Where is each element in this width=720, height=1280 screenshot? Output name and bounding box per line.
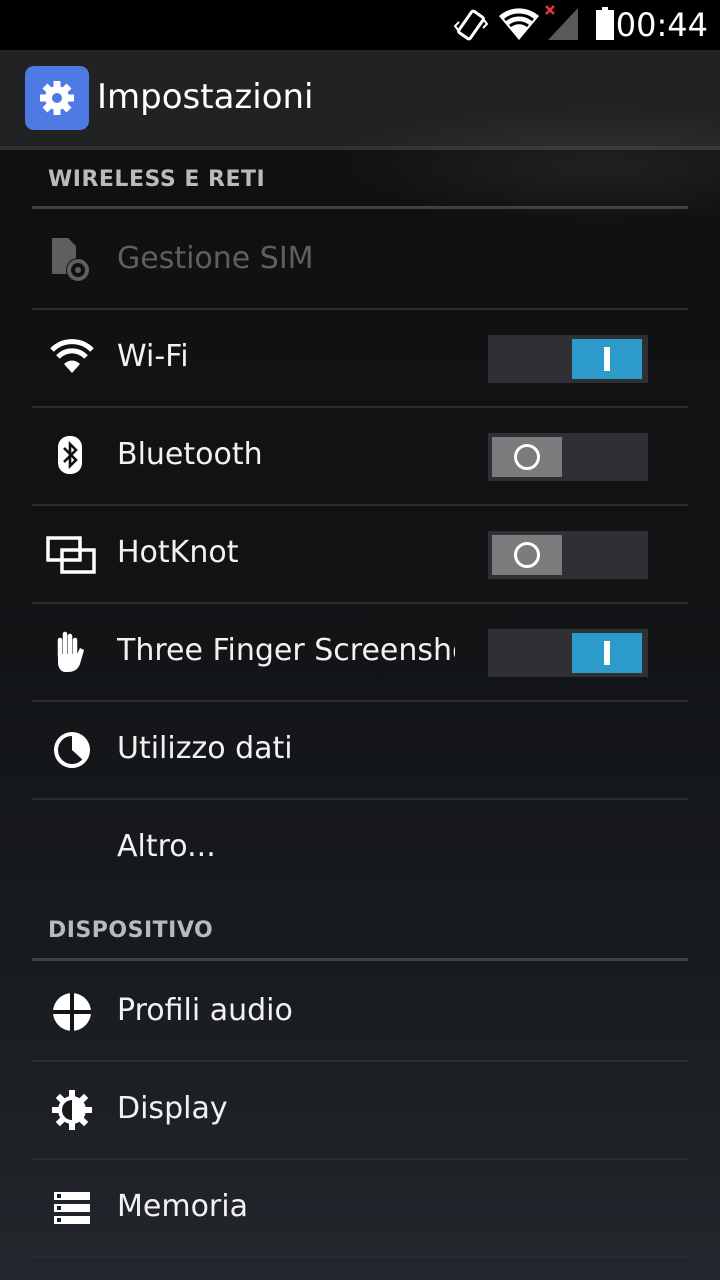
settings-item-wifi[interactable]: Wi-Fi [0, 310, 720, 406]
section-header-wireless: WIRELESS E RETI [48, 167, 266, 192]
bluetooth-icon [58, 436, 82, 474]
sim-management-icon [52, 238, 90, 282]
battery-icon [596, 7, 614, 40]
settings-item-more[interactable]: Altro... [0, 800, 720, 896]
section-rule [32, 958, 688, 961]
audio-profiles-icon [53, 993, 91, 1031]
settings-gear-icon[interactable] [25, 66, 89, 130]
settings-item-label: Altro... [117, 829, 216, 864]
settings-item-label: Utilizzo dati [117, 731, 293, 766]
hotknot-icon [46, 536, 96, 574]
settings-item-sim-management: Gestione SIM [0, 212, 720, 308]
storage-icon [54, 1192, 90, 1224]
bluetooth-toggle[interactable] [488, 433, 648, 481]
settings-item-label: Memoria [117, 1189, 248, 1224]
section-header-device: DISPOSITIVO [48, 918, 214, 943]
settings-item-label: Profili audio [117, 993, 293, 1028]
settings-item-storage[interactable]: Memoria [0, 1160, 720, 1256]
divider [32, 1256, 688, 1258]
page-title: Impostazioni [97, 77, 314, 117]
wifi-icon [50, 339, 94, 373]
settings-item-three-finger-screenshot[interactable]: Three Finger Screenshot [0, 604, 720, 700]
settings-item-label: HotKnot [117, 535, 239, 570]
hand-icon [57, 631, 84, 672]
toggle-knob [572, 339, 642, 379]
status-bar: 00:44 [0, 0, 720, 50]
status-time: 00:44 [615, 6, 708, 44]
data-usage-icon [54, 732, 90, 768]
settings-item-label: Wi-Fi [117, 339, 189, 374]
settings-item-display[interactable]: Display [0, 1062, 720, 1158]
toggle-knob [572, 633, 642, 673]
settings-item-label: Gestione SIM [117, 241, 314, 276]
section-rule [32, 206, 688, 209]
settings-item-data-usage[interactable]: Utilizzo dati [0, 702, 720, 798]
vibrate-icon [454, 9, 488, 41]
settings-item-audio-profiles[interactable]: Profili audio [0, 964, 720, 1060]
settings-list[interactable]: WIRELESS E RETI Gestione SIM Wi-Fi Bluet… [0, 106, 720, 1280]
wifi-toggle[interactable] [488, 335, 648, 383]
settings-item-label: Bluetooth [117, 437, 263, 472]
hotknot-toggle[interactable] [488, 531, 648, 579]
toggle-knob [492, 535, 562, 575]
three-finger-toggle[interactable] [488, 629, 648, 677]
display-brightness-icon [52, 1090, 92, 1130]
settings-item-label: Display [117, 1091, 228, 1126]
toggle-knob [492, 437, 562, 477]
settings-item-bluetooth[interactable]: Bluetooth [0, 408, 720, 504]
wifi-icon [499, 8, 539, 41]
signal-no-service-icon [545, 5, 578, 40]
settings-item-hotknot[interactable]: HotKnot [0, 506, 720, 602]
settings-item-label: Three Finger Screenshot [117, 633, 455, 668]
